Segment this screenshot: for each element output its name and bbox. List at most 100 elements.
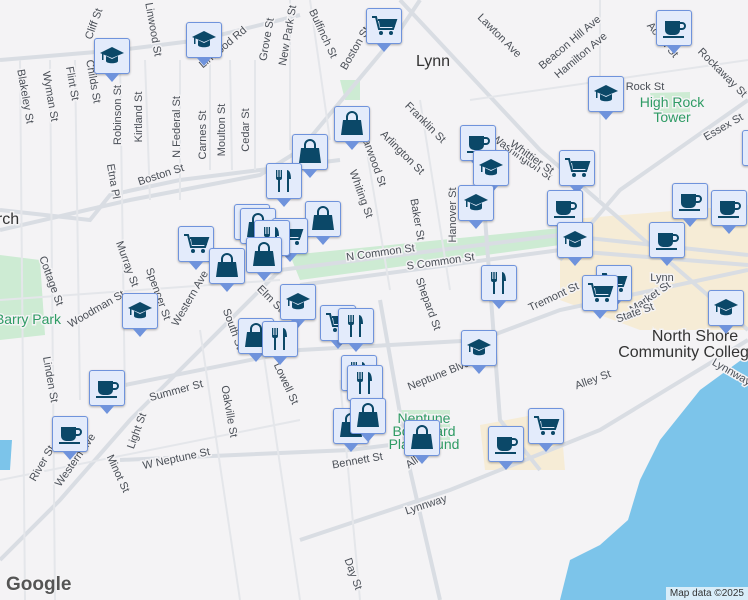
restaurant-marker[interactable] [262,321,298,365]
cart-marker[interactable] [528,408,564,452]
street-label: Arlington St [378,129,427,178]
coffee-marker[interactable] [656,10,692,54]
restaurant-icon [276,170,291,192]
cart-marker[interactable] [582,275,618,319]
school-marker[interactable] [461,330,497,374]
bag-icon [299,139,321,163]
school-marker[interactable] [280,284,316,328]
bag-icon [216,253,238,277]
cart-icon [184,234,210,253]
restaurant-icon [357,372,372,394]
street-label: Cedar St [240,108,252,151]
coffee-marker[interactable] [89,370,125,414]
street-label: Light St [125,411,149,450]
bag-marker[interactable] [350,398,386,442]
street-label: Kirtland St [133,92,145,143]
street-label: Alley St [573,368,612,392]
college-label: Community College [618,344,748,361]
bag-marker[interactable] [209,248,245,292]
park-label: Barry Park [0,311,62,327]
school-icon [464,194,488,211]
city-label: Lynn [416,53,450,70]
school-marker[interactable] [708,290,744,334]
map-attribution[interactable]: Map data ©2025 [665,587,748,600]
landmark-label: High Rock [640,94,706,110]
cart-icon [588,283,614,302]
cart-icon [534,416,560,435]
cart-marker[interactable] [559,150,595,194]
map-canvas[interactable]: Boston StBoston StN Common StS Common St… [0,0,748,600]
street-label: Linwood St [142,2,163,58]
coffee-marker[interactable] [742,130,748,166]
school-marker[interactable] [458,185,494,229]
coffee-icon [679,194,702,211]
street-label: Franklin St [402,100,448,146]
restaurant-marker[interactable] [266,163,302,207]
school-icon [467,339,491,356]
coffee-icon [495,437,518,454]
school-icon [563,231,587,248]
bag-icon [312,206,334,230]
street-label: N Federal St [171,96,183,158]
school-icon [192,31,216,48]
street-label: Blakeley St [14,68,35,124]
cart-icon [372,16,398,35]
school-marker[interactable] [557,222,593,266]
coffee-marker[interactable] [488,426,524,470]
station-label: Lynn [650,272,673,284]
cart-icon [565,158,591,177]
street-label: Western Ave [170,269,211,329]
school-marker[interactable] [186,22,222,66]
coffee-marker[interactable] [672,183,708,227]
street-label: Rockaway St [695,46,748,100]
bag-marker[interactable] [305,201,341,245]
street-label: Murray St [113,240,141,289]
street-label: Day St [342,556,365,591]
cart-marker[interactable] [366,8,402,52]
restaurant-icon [491,272,506,294]
restaurant-icon [272,328,287,350]
coffee-icon [656,233,679,250]
school-marker[interactable] [122,293,158,337]
street-label: Lawton Ave [475,12,524,61]
bag-marker[interactable] [334,106,370,150]
school-icon [479,159,503,176]
coffee-icon [554,201,577,218]
street-label: Etna Pl [104,163,122,200]
street-label: Baker St [407,198,426,242]
school-marker[interactable] [588,76,624,120]
school-icon [128,302,152,319]
bag-marker[interactable] [246,237,282,281]
school-marker[interactable] [473,150,509,194]
street-label: Oakville St [218,385,239,439]
google-logo: Google [6,574,72,595]
street-label: Moulton St [216,104,228,157]
coffee-marker[interactable] [547,190,583,234]
bag-marker[interactable] [404,420,440,464]
street-label: Lowell St [271,361,301,407]
school-marker[interactable] [94,38,130,82]
coffee-icon [718,201,741,218]
street-label: Carnes St [197,111,209,160]
bag-icon [411,425,433,449]
bag-icon [253,242,275,266]
coffee-icon [96,381,119,398]
restaurant-marker[interactable] [481,265,517,309]
coffee-marker[interactable] [711,190,747,234]
coffee-icon [59,427,82,444]
bag-icon [341,111,363,135]
church-label: rch [0,211,19,228]
restaurant-marker[interactable] [347,365,383,409]
street-label: Flint St [63,66,81,102]
street-label: Shepard St [413,276,443,332]
coffee-marker[interactable] [52,416,88,460]
landmark-label: Tower [653,109,691,125]
street-label: Rock St [626,81,665,93]
school-icon [714,299,738,316]
coffee-icon [663,21,686,38]
coffee-marker[interactable] [649,222,685,266]
street-label: New Park St [277,4,299,66]
street-label: Wyman St [40,71,61,123]
restaurant-marker[interactable] [338,308,374,352]
water [560,355,748,600]
